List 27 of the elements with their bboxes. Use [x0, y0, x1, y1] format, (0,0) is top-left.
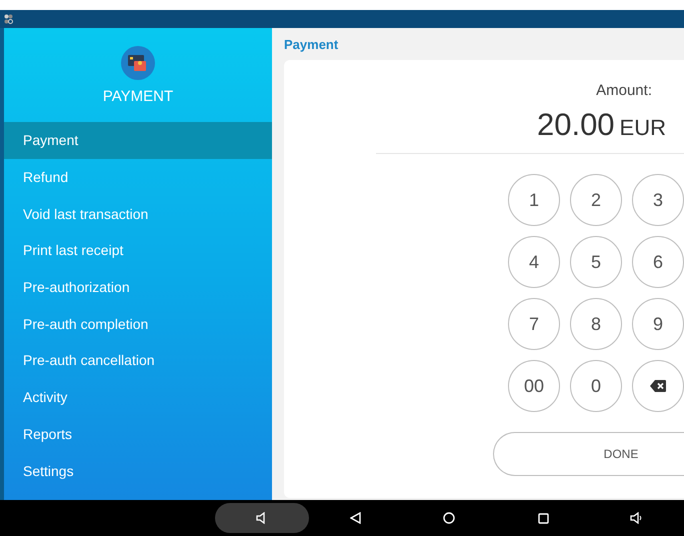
- credit-cards-icon: [121, 46, 155, 80]
- amount-value: 20.00: [536, 107, 615, 143]
- keypad-key[interactable]: 5: [570, 236, 622, 288]
- keypad-key[interactable]: 7: [508, 298, 560, 350]
- backspace-key[interactable]: [632, 360, 684, 412]
- square-icon: [538, 512, 549, 524]
- done-button[interactable]: DONE: [493, 432, 684, 476]
- amount-label: Amount:: [596, 82, 652, 99]
- home-icon: [443, 512, 456, 524]
- keypad-key[interactable]: 1: [508, 174, 560, 226]
- page-title: Payment: [284, 36, 340, 54]
- keypad-key[interactable]: 8: [570, 298, 622, 350]
- backspace-icon: [650, 380, 666, 392]
- sidebar-item[interactable]: Payment: [4, 122, 272, 159]
- keypad-key[interactable]: 4: [508, 236, 560, 288]
- keypad-key[interactable]: 00: [508, 360, 560, 412]
- volume-down-button[interactable]: [215, 503, 309, 533]
- back-icon: [350, 512, 362, 524]
- keypad-key[interactable]: 2: [570, 174, 622, 226]
- keypad-key[interactable]: 3: [632, 174, 684, 226]
- currency-label: EUR: [620, 115, 666, 141]
- keypad-key[interactable]: 0: [570, 360, 622, 412]
- sidebar-title: PAYMENT: [102, 88, 174, 104]
- keypad-key[interactable]: 6: [632, 236, 684, 288]
- keypad-key[interactable]: 9: [632, 298, 684, 350]
- app-icon: [4, 14, 13, 24]
- sidebar-item[interactable]: Settings: [4, 452, 272, 489]
